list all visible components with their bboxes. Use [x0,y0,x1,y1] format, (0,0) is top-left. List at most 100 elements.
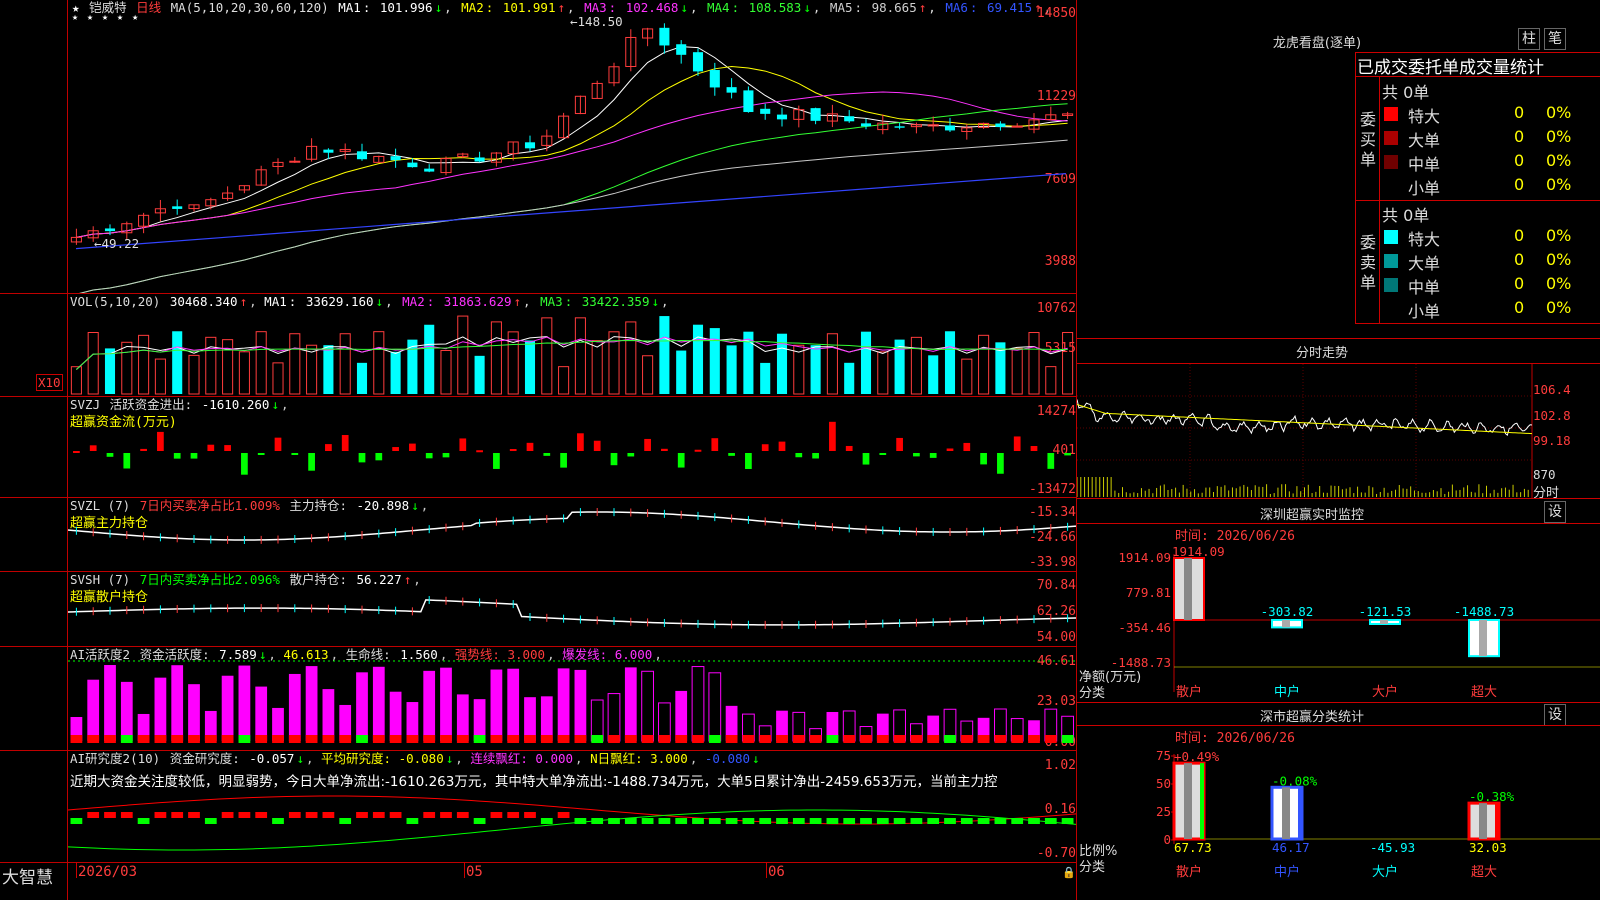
volume-bar [339,333,351,395]
sell-orders-label: 委卖单 [1359,233,1376,292]
flow-bar [661,448,668,451]
sz-monitor-chart[interactable]: 1914.09 779.81 -354.46 -1488.73 1914.09 散户 -30… [1077,524,1600,702]
order-label: 小单 [1408,179,1441,198]
bar-shade [1184,763,1192,839]
flow-bar [795,453,803,458]
candle-down [810,108,821,121]
research-bar [692,818,704,824]
life-bar [1061,735,1074,743]
right-panel: 龙虎看盘(逐单) 柱 笔 已成交委托单成交量统计 委买单 委卖单 共 0单 特大… [1077,0,1600,900]
flow-bar [812,453,819,459]
retail-holding-chart[interactable] [68,572,1076,646]
life-bar [204,735,217,743]
flow-bar [392,447,399,451]
sz-stats-chart[interactable]: 75 50 25 0 +0.49% 67.73 散户 -0.08% 46.17 中户 -45.93 大… [1077,726,1600,900]
flow-bar [140,448,147,451]
flow-bar [560,453,567,468]
bar-mode-button[interactable]: 柱 [1518,28,1540,50]
order-count: 0 [1514,274,1525,293]
activity-chart[interactable] [68,647,1076,750]
research-bar [910,818,923,824]
life-bar [221,735,234,743]
activity-bar [154,677,167,741]
order-count: 0 [1514,298,1525,317]
life-bar [406,735,419,743]
research-bar [524,812,536,818]
volume-chart[interactable] [68,294,1076,396]
candle-down [524,142,536,149]
sz-monitor-settings-button[interactable]: 设 [1544,501,1566,523]
ai2-legend: AI研究度2(10) 资金研究度: -0.057 ↓, 平均研究度: -0.080… [70,751,760,766]
life-bar [356,735,368,743]
lock-icon[interactable]: 🔒 [1062,866,1076,879]
order-pct: 0% [1546,151,1572,170]
life-bar [708,735,721,743]
flow-bar [308,453,315,471]
flow-bar [190,453,198,459]
volume-bar [659,316,670,394]
volume-bar [541,317,553,395]
flow-bar [694,449,702,452]
longhu-title: 龙虎看盘(逐单) [1272,36,1362,51]
research-bar [171,812,184,818]
buy-orders-label: 委买单 [1359,110,1376,169]
order-pct: 0% [1546,127,1572,146]
activity-bar [490,669,503,741]
flow-bar [173,453,181,459]
order-count: 0 [1514,151,1525,170]
volume-bar [1062,331,1074,395]
research-bar [406,818,419,824]
flow-bar [1064,453,1071,456]
life-bar [725,735,738,743]
longhu-subtitle: 已成交委托单成交量统计 [1357,58,1544,78]
life-bar [658,735,671,743]
life-bar [624,735,637,743]
intraday-chart[interactable] [1077,364,1600,498]
volume-bar [625,321,637,395]
sz-stats-axis-label: 25 [1156,804,1171,819]
research-bar [792,818,805,824]
volume-bar [440,349,452,395]
life-bar [809,735,822,743]
sz-stats-bar-top-label: -0.38% [1469,789,1515,804]
life-bar [322,735,335,743]
sz-stats-cat: 分类 [1079,860,1106,875]
research-line-green [68,809,1076,851]
volume-bar [709,328,720,394]
flow-bar [425,453,433,459]
research-chart[interactable] [68,790,1076,862]
life-bar [876,735,889,743]
research-bar [540,818,553,824]
tick-mode-button[interactable]: 笔 [1544,28,1566,50]
research-bar [927,818,940,824]
research-bar [977,818,990,824]
vol-ma-line [76,339,1068,370]
order-row: 大单 0 0% [1380,126,1594,150]
order-count: 0 [1514,226,1525,245]
activity-bar [288,673,301,741]
candlestick-chart[interactable] [68,0,1076,293]
research-bar [440,812,452,818]
life-bar [104,735,116,743]
research-bar [1011,818,1024,824]
bar-shade [1380,620,1388,624]
candle-down [390,156,401,161]
activity-bar [574,669,587,741]
candle-down [407,162,418,168]
sz-stats-bar-bottom-label: 32.03 [1469,840,1507,855]
main-holding-chart[interactable] [68,498,1076,571]
bar-shade [1479,803,1487,839]
candle-down [172,206,183,209]
candle-down [760,108,771,114]
life-bar [1028,735,1040,743]
candle-down [424,168,435,172]
flow-bar [257,453,265,455]
activity-bar [557,668,570,741]
life-bar [860,735,872,743]
flow-bar [829,421,836,451]
life-bar [339,735,352,743]
fund-flow-chart[interactable] [68,397,1076,497]
sz-stats-settings-button[interactable]: 设 [1544,704,1566,726]
main-chart-area[interactable]: ★ 铠威特 日线 MA(5,10,20,30,60,120) MA1: 101.… [0,0,1077,900]
volume-bar [138,334,150,395]
